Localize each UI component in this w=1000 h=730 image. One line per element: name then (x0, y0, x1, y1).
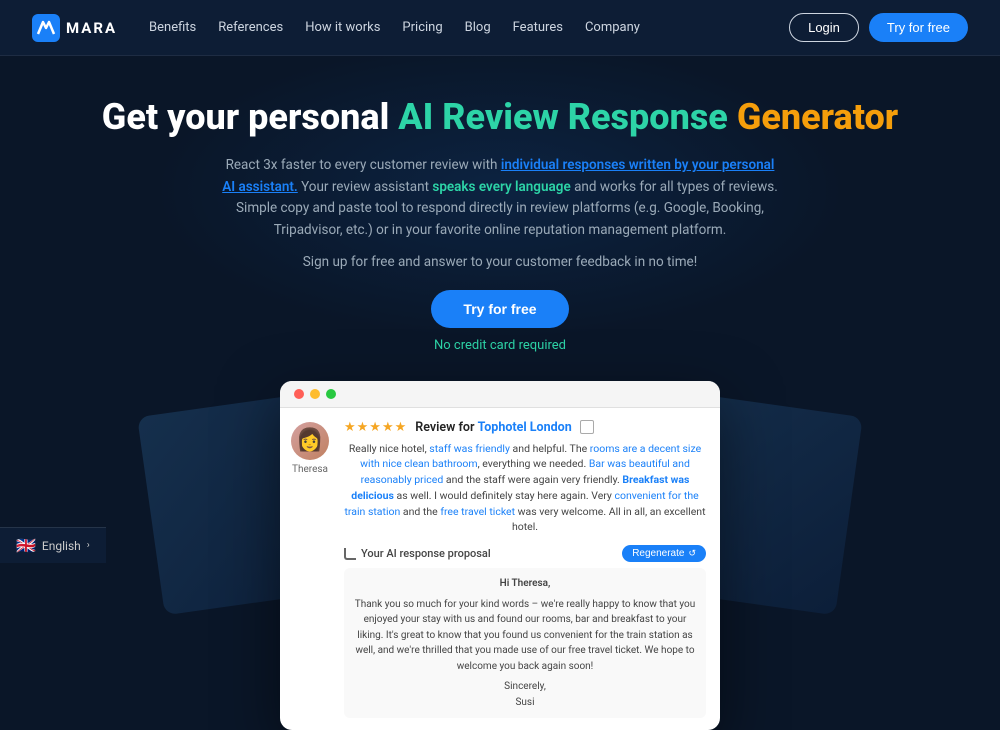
no-credit-label: No credit card required (20, 338, 980, 353)
hotel-name: Tophotel London (478, 420, 572, 435)
review-text-5: as well. I would definitely stay here ag… (394, 489, 615, 502)
logo[interactable]: MARA (32, 14, 117, 42)
review-text: Really nice hotel, staff was friendly an… (344, 441, 706, 536)
review-text-7: was very welcome. All in all, an excelle… (512, 505, 706, 534)
window-dot-yellow (310, 389, 320, 399)
nav-link-features[interactable]: Features (513, 20, 563, 35)
hero-desc-prefix: React 3x faster to every customer review… (226, 157, 501, 173)
hero-title-prefix: Get your personal (102, 96, 398, 138)
card-content: ★★★★★ Review for Tophotel London Really … (340, 408, 720, 730)
review-title: Review for Tophotel London (415, 420, 571, 435)
review-text-4: and the staff were again very friendly. (443, 473, 622, 486)
logo-text: MARA (66, 19, 117, 37)
flag-icon: 🇬🇧 (16, 536, 36, 555)
nav-link-benefits[interactable]: Benefits (149, 20, 196, 35)
review-text-3: , everything we needed. (478, 457, 589, 470)
copy-icon[interactable] (580, 420, 594, 434)
reviewer-name: Theresa (292, 464, 328, 475)
try-for-free-nav-button[interactable]: Try for free (869, 13, 968, 42)
ai-label: Your AI response proposal (344, 547, 491, 560)
nav-link-company[interactable]: Company (585, 20, 640, 35)
nav-link-blog[interactable]: Blog (465, 20, 491, 35)
ai-response-header: Your AI response proposal Regenerate ↺ (344, 545, 706, 562)
hero-desc-mid: Your review assistant (298, 179, 433, 195)
avatar: 👩 (291, 422, 329, 460)
card-titlebar (280, 381, 720, 408)
hero-title-generator: Generator (737, 96, 898, 138)
chevron-down-icon: › (87, 540, 90, 551)
window-dot-red (294, 389, 304, 399)
regenerate-label: Regenerate (632, 548, 684, 559)
response-greeting: Hi Theresa, (354, 576, 696, 592)
review-text-6: and the (400, 505, 440, 518)
regenerate-icon: ↺ (688, 548, 696, 559)
regenerate-button[interactable]: Regenerate ↺ (622, 545, 706, 562)
hero-desc-highlight2: speaks every language (432, 179, 570, 195)
hero-title-ai: AI Review Response (398, 96, 728, 138)
review-stars: ★★★★★ (344, 420, 407, 435)
ai-response-box: Hi Theresa, Thank you so much for your k… (344, 568, 706, 718)
navbar-left: MARA Benefits References How it works Pr… (32, 14, 640, 42)
nav-link-pricing[interactable]: Pricing (402, 20, 442, 35)
try-for-free-hero-button[interactable]: Try for free (431, 290, 568, 328)
ai-label-text: Your AI response proposal (361, 547, 491, 560)
hero-title: Get your personal AI Review Response Gen… (20, 96, 980, 139)
review-hl1: staff was friendly (429, 442, 510, 455)
demo-area: 👩 Theresa ★★★★★ Review for Tophotel Lond… (120, 381, 880, 641)
review-hl6: free travel ticket (440, 505, 515, 518)
review-text-1: Really nice hotel, (349, 442, 429, 455)
window-dot-green (326, 389, 336, 399)
card-body: 👩 Theresa ★★★★★ Review for Tophotel Lond… (280, 408, 720, 730)
hero-tagline: Sign up for free and answer to your cust… (20, 254, 980, 270)
nav-links: Benefits References How it works Pricing… (149, 20, 640, 35)
language-bar[interactable]: 🇬🇧 English › (0, 527, 106, 563)
reply-icon (344, 548, 356, 560)
response-closing: Sincerely, (354, 679, 696, 695)
main-demo-card: 👩 Theresa ★★★★★ Review for Tophotel Lond… (280, 381, 720, 730)
review-header: ★★★★★ Review for Tophotel London (344, 420, 706, 435)
nav-link-references[interactable]: References (218, 20, 283, 35)
login-button[interactable]: Login (789, 13, 859, 42)
language-label: English (42, 539, 81, 553)
avatar-column: 👩 Theresa (280, 408, 340, 730)
response-body: Thank you so much for your kind words – … (354, 597, 696, 675)
review-text-2: and helpful. The (510, 442, 590, 455)
navbar: MARA Benefits References How it works Pr… (0, 0, 1000, 56)
hero-description: React 3x faster to every customer review… (220, 155, 780, 241)
response-signature: Susi (354, 695, 696, 711)
hero-section: Get your personal AI Review Response Gen… (0, 56, 1000, 641)
nav-link-how-it-works[interactable]: How it works (305, 20, 380, 35)
navbar-right: Login Try for free (789, 13, 968, 42)
review-header-text: Review for (415, 420, 477, 435)
